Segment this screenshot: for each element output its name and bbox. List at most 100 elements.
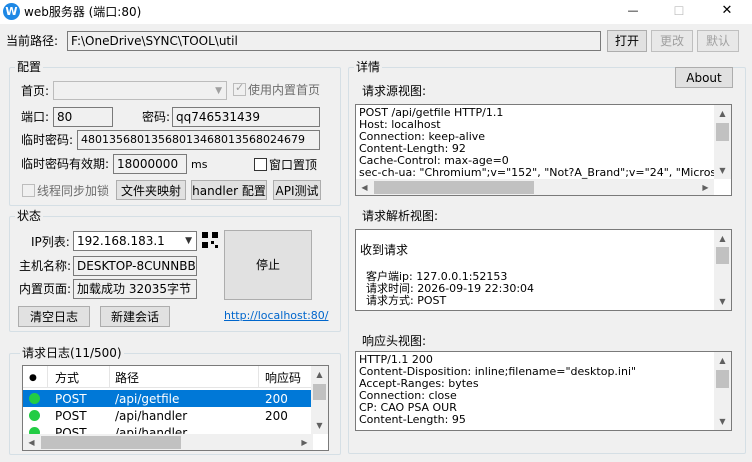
- response-view[interactable]: HTTP/1.1 200 Content-Disposition: inline…: [355, 351, 732, 431]
- status-dot-icon: [29, 393, 40, 404]
- api-test-button[interactable]: API测试: [273, 180, 321, 200]
- scroll-thumb[interactable]: [716, 370, 729, 388]
- source-view[interactable]: POST /api/getfile HTTP/1.1 Host: localho…: [355, 104, 732, 196]
- scroll-up-icon[interactable]: ▲: [714, 230, 731, 247]
- scroll-down-icon[interactable]: ▼: [714, 293, 731, 310]
- column-divider: [258, 366, 259, 388]
- port-field[interactable]: 80: [53, 107, 113, 127]
- source-view-text: POST /api/getfile HTTP/1.1 Host: localho…: [359, 107, 732, 179]
- temp-password-field[interactable]: 48013568013568013468013568024679: [77, 130, 320, 150]
- row-method: POST: [55, 392, 87, 406]
- row-code: 200: [265, 392, 288, 406]
- log-group-title: 请求日志(11/500): [20, 346, 124, 360]
- topmost-checkbox[interactable]: [254, 158, 267, 171]
- use-builtin-checkbox[interactable]: ✓: [233, 81, 246, 96]
- scroll-right-icon[interactable]: ▶: [296, 434, 313, 450]
- source-view-title: 请求源视图:: [362, 84, 427, 98]
- log-vertical-scrollbar[interactable]: ▲ ▼: [311, 366, 328, 434]
- scroll-thumb[interactable]: [716, 247, 729, 264]
- builtin-page-field: 加载成功 32035字节: [73, 279, 197, 299]
- log-horizontal-scrollbar[interactable]: ◀ ▶: [23, 434, 313, 450]
- response-view-title: 响应头视图:: [362, 334, 427, 348]
- table-row[interactable]: POST /api/handler 200: [23, 407, 313, 424]
- column-divider: [109, 366, 110, 388]
- path-field[interactable]: F:\OneDrive\SYNC\TOOL\util: [67, 31, 601, 51]
- config-group-title: 配置: [15, 60, 44, 74]
- handler-config-button[interactable]: handler 配置: [191, 180, 267, 200]
- ip-list-label: IP列表:: [31, 235, 70, 249]
- scroll-thumb[interactable]: [716, 123, 729, 141]
- parsed-vertical-scrollbar[interactable]: ▲ ▼: [714, 230, 731, 310]
- maximize-button[interactable]: ☐: [656, 0, 702, 24]
- parsed-view[interactable]: 收到请求 客户端ip: 127.0.0.1:52153 请求时间: 2026-0…: [355, 229, 732, 311]
- scroll-right-icon[interactable]: ▶: [697, 179, 714, 195]
- topmost-label: 窗口置顶: [269, 158, 318, 172]
- source-horizontal-scrollbar[interactable]: ◀ ▶: [356, 179, 714, 195]
- close-button[interactable]: ✕: [702, 0, 752, 24]
- method-column-header[interactable]: 方式: [55, 370, 79, 386]
- path-column-header[interactable]: 路径: [115, 370, 139, 386]
- scroll-down-icon[interactable]: ▼: [311, 417, 328, 434]
- row-code: 200: [265, 409, 288, 423]
- log-table-header: ● 方式 路径 响应码: [23, 366, 313, 388]
- home-label: 首页:: [21, 84, 50, 98]
- home-select[interactable]: ▼: [53, 81, 227, 100]
- parsed-line: 请求方式: POST: [366, 294, 447, 307]
- scroll-up-icon[interactable]: ▲: [311, 366, 328, 383]
- scroll-left-icon[interactable]: ◀: [23, 434, 40, 450]
- ip-list-value: 192.168.183.1: [77, 234, 165, 248]
- column-divider: [47, 366, 48, 388]
- chevron-down-icon: ▼: [185, 236, 192, 246]
- thread-lock-checkbox[interactable]: [22, 184, 35, 197]
- response-view-text: HTTP/1.1 200 Content-Disposition: inline…: [359, 354, 636, 426]
- scroll-thumb[interactable]: [313, 384, 326, 400]
- stop-button[interactable]: 停止: [224, 230, 312, 300]
- title-bar: W web服务器 (端口:80) — ☐ ✕: [0, 0, 752, 24]
- change-button[interactable]: 更改: [651, 30, 693, 52]
- builtin-page-label: 内置页面:: [19, 282, 72, 296]
- temp-password-label: 临时密码:: [21, 133, 74, 147]
- port-label: 端口:: [21, 110, 50, 124]
- password-field[interactable]: qq746531439: [172, 107, 320, 127]
- about-button[interactable]: About: [675, 67, 733, 88]
- scroll-left-icon[interactable]: ◀: [356, 179, 373, 195]
- details-group-title: 详情: [354, 60, 383, 74]
- scroll-up-icon[interactable]: ▲: [714, 352, 731, 369]
- log-table: ● 方式 路径 响应码 POST /api/getfile 200 POST /…: [22, 365, 329, 451]
- row-path: /api/getfile: [115, 392, 180, 406]
- clear-log-button[interactable]: 清空日志: [18, 306, 90, 327]
- status-dot-icon: [29, 410, 40, 421]
- scroll-up-icon[interactable]: ▲: [714, 105, 731, 122]
- row-path: /api/handler: [115, 409, 188, 423]
- response-line: Content-Length: 95: [359, 413, 466, 426]
- status-column-header[interactable]: ●: [29, 370, 37, 386]
- use-builtin-label: 使用内置首页: [248, 83, 321, 97]
- ip-list-select[interactable]: 192.168.183.1 ▼: [73, 231, 197, 251]
- parsed-details: 客户端ip: 127.0.0.1:52153 请求时间: 2026-09-19 …: [366, 271, 534, 307]
- source-vertical-scrollbar[interactable]: ▲ ▼: [714, 105, 731, 179]
- path-label: 当前路径:: [6, 34, 59, 48]
- open-button[interactable]: 打开: [607, 30, 647, 52]
- localhost-link[interactable]: http://localhost:80/: [224, 308, 328, 324]
- new-session-button[interactable]: 新建会话: [100, 306, 170, 327]
- hostname-field: DESKTOP-8CUNNBB: [73, 256, 197, 276]
- temp-password-ttl-field[interactable]: 18000000: [113, 154, 187, 174]
- folder-map-button[interactable]: 文件夹映射: [116, 180, 186, 200]
- default-button[interactable]: 默认: [697, 30, 739, 52]
- status-group-title: 状态: [15, 209, 44, 223]
- scroll-down-icon[interactable]: ▼: [714, 413, 731, 430]
- qr-code-icon[interactable]: [202, 232, 218, 248]
- source-line: sec-ch-ua: "Chromium";v="152", "Not?A_Br…: [359, 166, 732, 179]
- scroll-thumb[interactable]: [374, 181, 534, 194]
- minimize-button[interactable]: —: [610, 0, 656, 24]
- temp-password-ttl-label: 临时密码有效期:: [21, 157, 110, 171]
- row-method: POST: [55, 409, 87, 423]
- window-title: web服务器 (端口:80): [24, 5, 142, 19]
- code-column-header[interactable]: 响应码: [265, 370, 301, 386]
- thread-lock-label: 线程同步加锁: [37, 184, 110, 198]
- response-vertical-scrollbar[interactable]: ▲ ▼: [714, 352, 731, 430]
- scroll-down-icon[interactable]: ▼: [714, 162, 731, 179]
- scroll-thumb[interactable]: [41, 436, 181, 449]
- table-row[interactable]: POST /api/getfile 200: [23, 390, 313, 407]
- app-logo-icon: W: [3, 3, 20, 20]
